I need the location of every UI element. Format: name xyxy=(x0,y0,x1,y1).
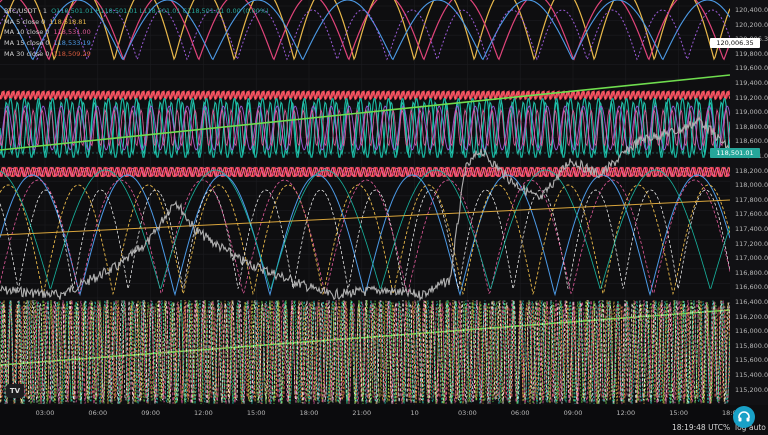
indicator-label: MA 5 close 0 xyxy=(4,17,46,26)
ma-arc-line xyxy=(0,174,730,297)
price-tick-label: 116,600.00 xyxy=(735,283,768,292)
indicator-label: MA 15 close 0 xyxy=(4,39,50,48)
price-tick-label: 115,600.00 xyxy=(735,356,768,365)
legend-symbol-row[interactable]: BTC/USDT · 1 O118,501.01 H118,501.01 L11… xyxy=(4,6,269,17)
time-tick-label: 06:00 xyxy=(510,409,530,417)
time-tick-label: 12:00 xyxy=(194,409,213,417)
percent-scale-button[interactable]: % xyxy=(723,423,730,432)
chart-canvas[interactable] xyxy=(0,0,730,405)
price-tick-label: 117,400.00 xyxy=(735,225,768,233)
price-tick-label: 116,800.00 xyxy=(735,268,768,277)
time-tick-label: 15:00 xyxy=(669,409,688,417)
price-tick-label: 119,400.00 xyxy=(735,79,768,87)
symbol-label[interactable]: BTC/USDT · 1 xyxy=(4,7,47,15)
price-tick-label: 118,800.00 xyxy=(735,122,768,131)
price-axis[interactable]: 120,400.00120,200.00120,006.35119,800.00… xyxy=(730,0,768,405)
logo-text: TV xyxy=(9,387,21,395)
time-tick-label: 10 xyxy=(410,409,419,417)
price-tick-label: 117,000.00 xyxy=(735,254,768,263)
price-tick-label: 115,800.00 xyxy=(735,341,768,350)
legend-indicator-ma30[interactable]: MA 30 close 0 118,509.29 xyxy=(4,49,269,60)
price-tick-label: 117,800.00 xyxy=(735,195,768,204)
time-tick-label: 15:00 xyxy=(246,409,266,417)
price-tick-label: 117,600.00 xyxy=(735,210,768,219)
time-tick-label: 21:00 xyxy=(352,409,372,417)
price-tick-label: 115,400.00 xyxy=(735,371,768,379)
high-price-tag: 120,006.35 xyxy=(710,38,760,48)
time-tick-label: 09:00 xyxy=(141,409,160,417)
chart-legend: BTC/USDT · 1 O118,501.01 H118,501.01 L11… xyxy=(4,6,269,60)
tradingview-logo[interactable]: TV xyxy=(6,384,24,398)
indicator-value: 118,518.81 xyxy=(49,17,87,26)
time-tick-label: 03:00 xyxy=(35,409,55,417)
price-tick-label: 119,000.00 xyxy=(735,108,768,117)
price-tick-label: 120,200.00 xyxy=(735,20,768,29)
price-tick-label: 120,400.00 xyxy=(735,6,768,14)
indicator-label: MA 10 close 0 xyxy=(4,28,50,37)
price-tick-label: 119,600.00 xyxy=(735,64,768,73)
utc-clock[interactable]: 18:19:48 UTC xyxy=(672,423,723,432)
price-tick-label: 118,600.00 xyxy=(735,137,768,146)
legend-indicator-ma15[interactable]: MA 15 close 0 118,533.19 xyxy=(4,38,269,49)
time-tick-label: 09:00 xyxy=(563,409,583,417)
ohlc-values: O118,501.01 H118,501.01 L118,501.01 C118… xyxy=(51,7,269,15)
price-tick-label: 119,800.00 xyxy=(735,49,768,58)
price-tick-label: 115,200.00 xyxy=(735,385,768,394)
time-tick-label: 06:00 xyxy=(88,409,108,417)
indicator-value: 118,531.00 xyxy=(53,28,91,37)
price-tick-label: 116,400.00 xyxy=(735,298,768,306)
headset-icon-glyph xyxy=(738,411,750,422)
legend-indicator-ma10[interactable]: MA 10 close 0 118,531.00 xyxy=(4,27,269,38)
indicator-value: 118,533.19 xyxy=(53,39,91,48)
price-tick-label: 117,200.00 xyxy=(735,239,768,248)
price-tick-label: 116,000.00 xyxy=(735,327,768,336)
price-tick-label: 119,200.00 xyxy=(735,93,768,102)
indicator-label: MA 30 close 0 xyxy=(4,49,50,58)
last-price-tag: 118,501.01 xyxy=(710,148,760,158)
time-tick-label: 12:00 xyxy=(616,409,636,417)
time-axis[interactable]: 03:00 06:00 09:00 12:00 15:00 18:00 21:00 10 03:… xyxy=(0,405,741,435)
time-tick-label: 03:00 xyxy=(458,409,477,417)
price-tick-label: 118,200.00 xyxy=(735,166,768,175)
headset-icon[interactable] xyxy=(733,406,755,428)
indicator-value: 118,509.29 xyxy=(53,49,91,58)
chart-area[interactable] xyxy=(0,0,768,435)
price-tick-label: 118,000.00 xyxy=(735,181,768,190)
time-tick-label: 18:00 xyxy=(299,409,319,417)
price-tick-label: 116,200.00 xyxy=(735,312,768,321)
legend-indicator-ma5[interactable]: MA 5 close 0 118,518.81 xyxy=(4,17,269,28)
